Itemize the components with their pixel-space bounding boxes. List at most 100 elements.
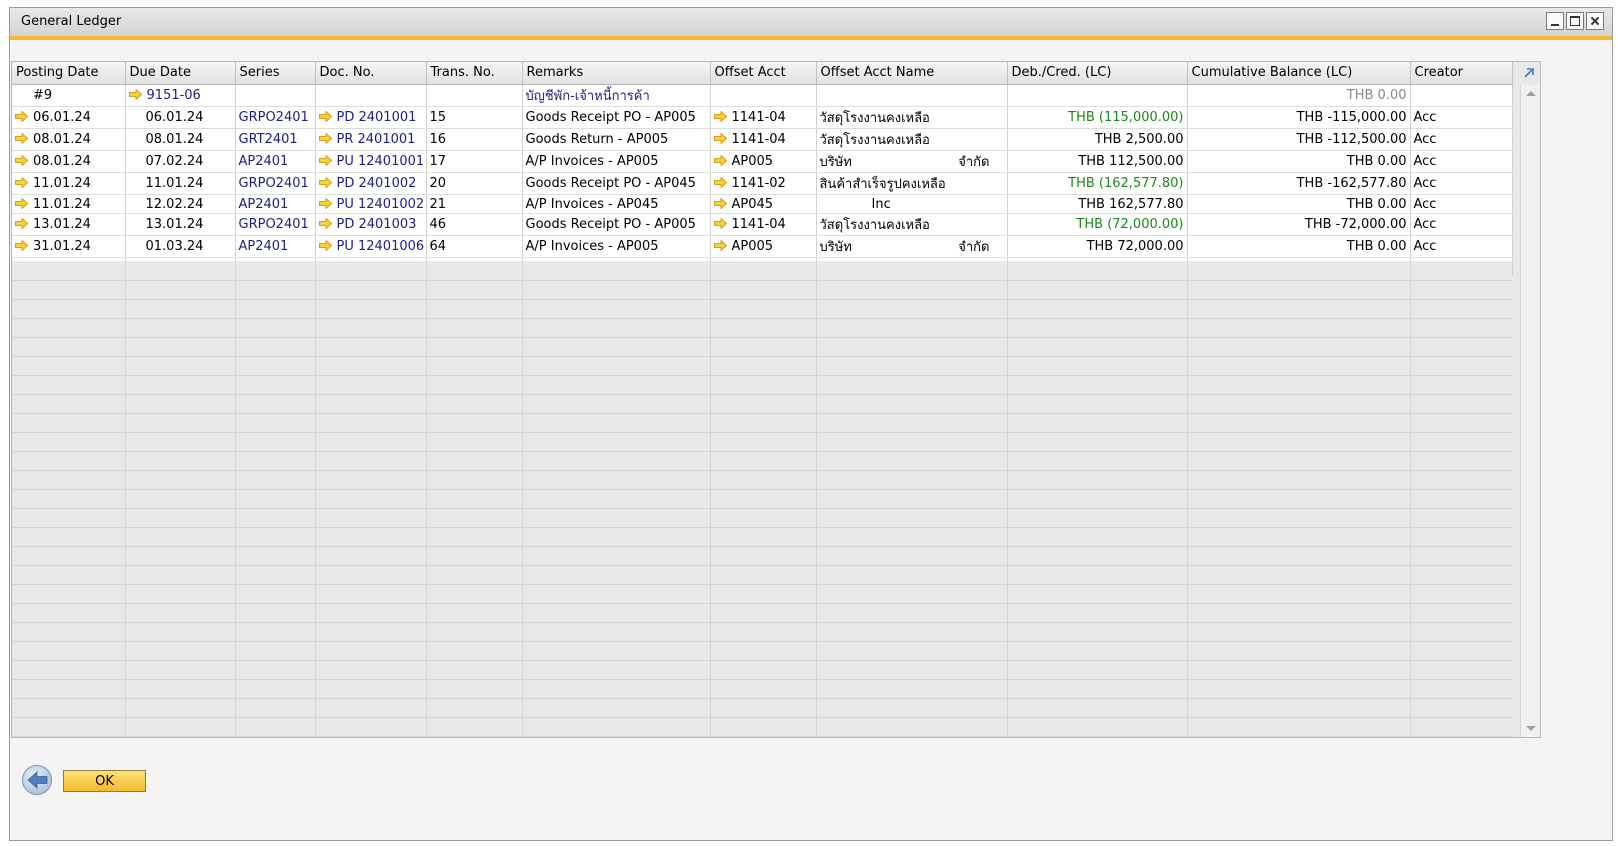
creator-cell: Acc: [1410, 128, 1513, 151]
link-arrow-icon[interactable]: [318, 133, 332, 144]
link-arrow-icon[interactable]: [713, 240, 727, 251]
due-date-cell: 01.03.24: [125, 235, 236, 258]
doc-no-cell: PU 12401001: [315, 150, 427, 173]
vertical-scrollbar[interactable]: [1520, 85, 1540, 737]
column-header-cumulative-balance[interactable]: Cumulative Balance (LC): [1187, 62, 1411, 85]
deb-cred-cell: THB (162,577.80): [1007, 172, 1188, 195]
series-cell[interactable]: GRPO2401: [235, 172, 316, 195]
offset-acct-cell: 1141-04: [710, 106, 817, 129]
link-arrow-icon[interactable]: [713, 218, 727, 229]
column-header-posting-date[interactable]: Posting Date: [12, 62, 126, 85]
remarks-cell: Goods Receipt PO - AP045: [522, 172, 711, 195]
remarks-cell: Goods Receipt PO - AP005: [522, 106, 711, 129]
offset-acct-name-cell: Inc: [816, 194, 1008, 214]
link-arrow-icon[interactable]: [318, 218, 332, 229]
series-cell[interactable]: AP2401: [235, 150, 316, 173]
link-arrow-icon[interactable]: [15, 111, 28, 122]
scroll-up-icon[interactable]: [1526, 91, 1536, 96]
series-cell[interactable]: GRT2401: [235, 128, 316, 151]
table-row[interactable]: #9 9151-06 บัญชีพัก-เจ้าหนี้การค้า THB 0…: [12, 85, 1513, 107]
due-date-cell: 11.01.24: [125, 172, 236, 195]
series-cell[interactable]: [235, 85, 316, 107]
trans-no-cell: 15: [426, 106, 523, 129]
link-arrow-icon[interactable]: [713, 111, 727, 122]
due-date-cell: 08.01.24: [125, 128, 236, 151]
link-arrow-icon[interactable]: [15, 155, 28, 166]
column-header-creator[interactable]: Creator: [1410, 62, 1513, 85]
table-row[interactable]: 11.01.24 11.01.24 GRPO2401 PD 2401002 20…: [12, 172, 1513, 195]
series-cell[interactable]: GRPO2401: [235, 213, 316, 236]
posting-date-cell: #9: [12, 85, 126, 107]
close-icon[interactable]: [1586, 12, 1604, 30]
column-header-offset-acct-name[interactable]: Offset Acct Name: [816, 62, 1008, 85]
link-arrow-icon[interactable]: [713, 155, 727, 166]
deb-cred-cell: [1007, 85, 1188, 107]
trans-no-cell: [426, 85, 523, 107]
posting-date-cell: 13.01.24: [12, 213, 126, 236]
link-arrow-icon[interactable]: [713, 197, 727, 209]
posting-date-cell: 11.01.24: [12, 172, 126, 195]
table-row[interactable]: 11.01.24 12.02.24 AP2401 PU 12401002 21 …: [12, 194, 1513, 214]
empty-row: [12, 261, 1512, 281]
link-arrow-icon[interactable]: [318, 177, 332, 188]
due-date-cell: 07.02.24: [125, 150, 236, 173]
column-header-series[interactable]: Series: [235, 62, 316, 85]
link-arrow-icon[interactable]: [15, 240, 28, 251]
column-header-offset-acct[interactable]: Offset Acct: [710, 62, 817, 85]
back-arrow-icon[interactable]: [21, 764, 55, 796]
minimize-icon[interactable]: [1546, 12, 1564, 30]
link-arrow-icon[interactable]: [318, 155, 332, 166]
trans-no-cell: 16: [426, 128, 523, 151]
column-header-due-date[interactable]: Due Date: [125, 62, 236, 85]
empty-row: [12, 603, 1512, 623]
deb-cred-cell: THB (115,000.00): [1007, 106, 1188, 129]
empty-row: [12, 432, 1512, 452]
maximize-icon[interactable]: [1566, 12, 1584, 30]
table-row[interactable]: 08.01.24 08.01.24 GRT2401 PR 2401001 16 …: [12, 128, 1513, 151]
creator-cell: Acc: [1410, 194, 1513, 214]
link-arrow-icon[interactable]: [15, 218, 28, 229]
trans-no-cell: 46: [426, 213, 523, 236]
ok-button[interactable]: OK: [63, 770, 146, 792]
column-header-deb-cred[interactable]: Deb./Cred. (LC): [1007, 62, 1188, 85]
empty-row: [12, 698, 1512, 718]
posting-date-cell: 31.01.24: [12, 235, 126, 258]
expand-columns-icon[interactable]: [1522, 66, 1536, 80]
column-header-doc-no[interactable]: Doc. No.: [315, 62, 427, 85]
link-arrow-icon[interactable]: [713, 133, 727, 144]
link-arrow-icon[interactable]: [713, 177, 727, 188]
series-cell[interactable]: AP2401: [235, 194, 316, 214]
offset-acct-cell: [710, 85, 817, 107]
table-row[interactable]: 31.01.24 01.03.24 AP2401 PU 12401006 64 …: [12, 235, 1513, 258]
posting-date-cell: 06.01.24: [12, 106, 126, 129]
remarks-cell: Goods Receipt PO - AP005: [522, 213, 711, 236]
link-arrow-icon[interactable]: [318, 111, 332, 122]
doc-no-cell: PD 2401002: [315, 172, 427, 195]
offset-acct-cell: 1141-02: [710, 172, 817, 195]
empty-row: [12, 375, 1512, 395]
table-row[interactable]: 06.01.24 06.01.24 GRPO2401 PD 2401001 15…: [12, 106, 1513, 129]
title-bar[interactable]: General Ledger: [10, 8, 1612, 36]
table-row[interactable]: 08.01.24 07.02.24 AP2401 PU 12401001 17 …: [12, 150, 1513, 173]
link-arrow-icon[interactable]: [318, 240, 332, 251]
empty-row: [12, 565, 1512, 585]
doc-no-cell[interactable]: [315, 85, 427, 107]
link-arrow-icon[interactable]: [15, 177, 28, 188]
table-row[interactable]: 13.01.24 13.01.24 GRPO2401 PD 2401003 46…: [12, 213, 1513, 236]
trans-no-cell: 64: [426, 235, 523, 258]
column-header-remarks[interactable]: Remarks: [522, 62, 711, 85]
link-arrow-icon[interactable]: [128, 89, 142, 100]
series-cell[interactable]: AP2401: [235, 235, 316, 258]
grid-header: Posting Date Due Date Series Doc. No. Tr…: [12, 62, 1513, 85]
empty-row: [12, 622, 1512, 642]
series-cell[interactable]: GRPO2401: [235, 106, 316, 129]
column-header-trans-no[interactable]: Trans. No.: [426, 62, 523, 85]
empty-row: [12, 318, 1512, 338]
link-arrow-icon[interactable]: [318, 197, 332, 209]
doc-no-cell: PU 12401006: [315, 235, 427, 258]
link-arrow-icon[interactable]: [15, 197, 28, 209]
link-arrow-icon[interactable]: [15, 133, 28, 144]
cumulative-balance-cell: THB -162,577.80: [1187, 172, 1411, 195]
ledger-grid: Posting Date Due Date Series Doc. No. Tr…: [11, 61, 1541, 738]
scroll-down-icon[interactable]: [1526, 726, 1536, 731]
